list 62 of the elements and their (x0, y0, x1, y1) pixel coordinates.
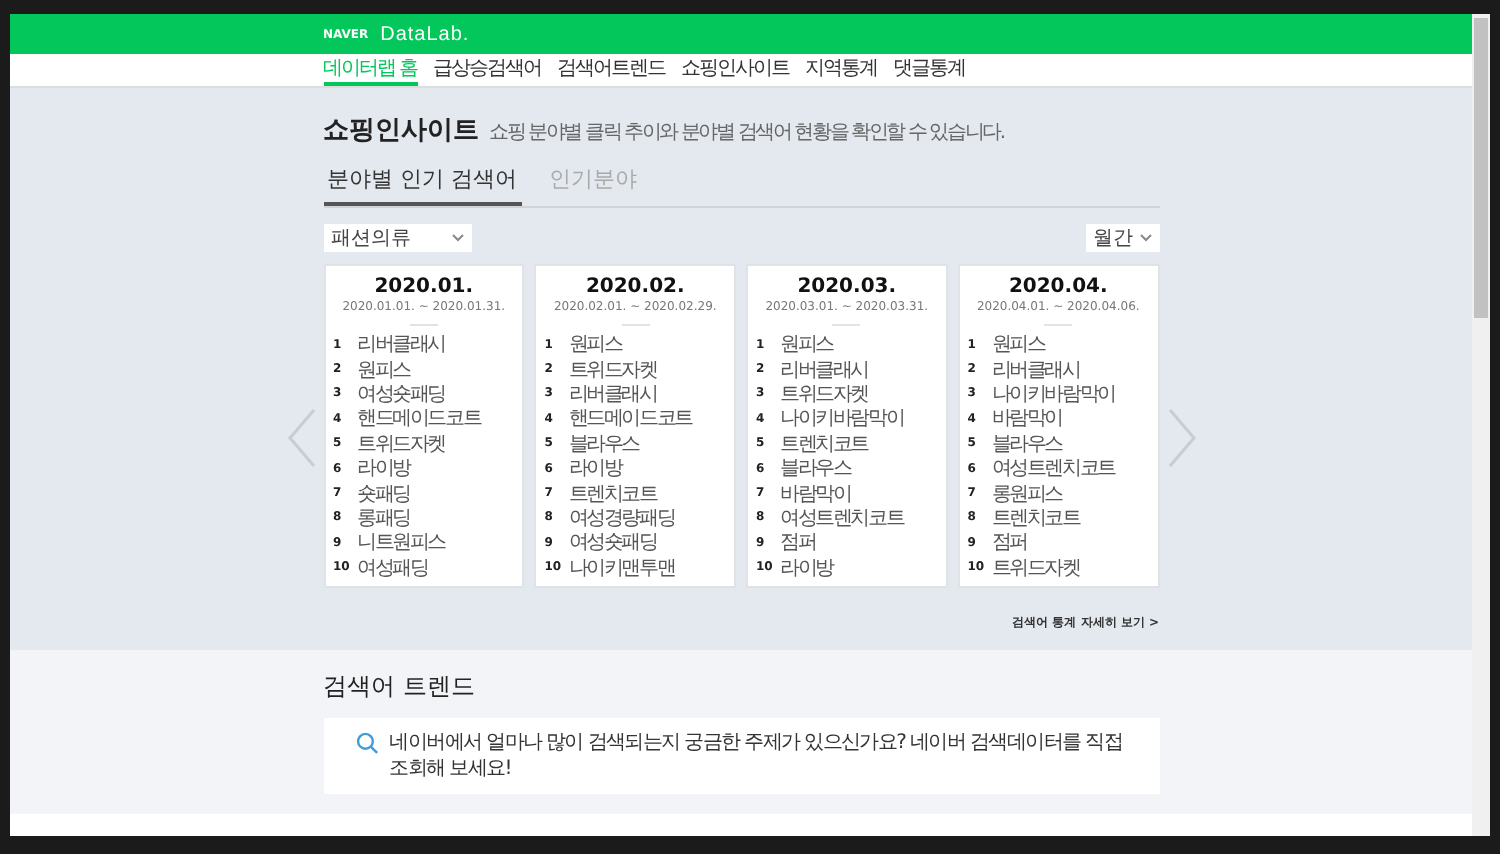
month-title: 2020.02. (583, 276, 687, 298)
nav-tab[interactable]: 지역통계 (805, 54, 878, 86)
keyword-link[interactable]: 라이방 (568, 454, 622, 483)
keyword-link[interactable]: 바람막이 (780, 479, 851, 508)
keyword-link[interactable]: 트렌치코트 (780, 429, 869, 458)
keyword-link[interactable]: 블라우스 (991, 429, 1062, 458)
nav-tab[interactable]: 검색어트렌드 (557, 54, 666, 86)
search-icon (355, 729, 378, 756)
keyword-link[interactable]: 트렌치코트 (568, 479, 657, 508)
scrollbar[interactable] (1472, 14, 1490, 836)
keyword-link[interactable]: 바람막이 (991, 404, 1062, 433)
keyword-link[interactable]: 리버클래시 (357, 330, 446, 359)
keyword-link[interactable]: 원피스 (568, 330, 622, 359)
month-title: 2020.04. (1006, 276, 1110, 298)
keyword-link[interactable]: 블라우스 (568, 429, 639, 458)
keyword-link[interactable]: 나이키바람막이 (991, 379, 1115, 408)
keyword-link[interactable]: 여성트렌치코트 (991, 454, 1115, 483)
keyword-link[interactable]: 점퍼 (991, 528, 1027, 557)
chevron-left-icon[interactable] (287, 408, 315, 468)
period-dropdown[interactable]: 월간 (1085, 224, 1159, 252)
keyword-link[interactable]: 트위드자켓 (568, 355, 657, 384)
keyword-link[interactable]: 핸드메이드코트 (568, 404, 692, 433)
category-dropdown[interactable]: 패션의류 (323, 224, 471, 252)
keyword-link[interactable]: 리버클래시 (780, 355, 869, 384)
keyword-link[interactable]: 여성트렌치코트 (780, 503, 904, 532)
keyword-link[interactable]: 여성경량패딩 (568, 503, 675, 532)
keyword-link[interactable]: 트위드자켓 (991, 553, 1080, 582)
page-subtitle: 쇼핑 분야별 클릭 추이와 분야별 검색어 현황을 확인할 수 있습니다. (489, 120, 1004, 146)
keyword-link[interactable]: 라이방 (357, 454, 410, 483)
section-tab[interactable]: 분야별 인기 검색어 (323, 160, 521, 206)
section-title: 검색어 트렌드 (323, 669, 477, 704)
keyword-link[interactable]: 나이키바람막이 (780, 404, 904, 433)
keyword-link[interactable]: 리버클래시 (568, 379, 657, 408)
keyword-link[interactable]: 라이방 (780, 553, 833, 582)
month-title: 2020.03. (795, 276, 899, 298)
keyword-link[interactable]: 트위드자켓 (357, 429, 446, 458)
month-title: 2020.01. (372, 276, 476, 298)
prompt-text: 네이버에서 얼마나 많이 검색되는지 궁금한 주제가 있으신가요? 네이버 검색데이터를 직접 조회해 보세요! (389, 729, 1124, 782)
keyword-link[interactable]: 여성숏패딩 (568, 528, 657, 557)
keyword-link[interactable]: 점퍼 (780, 528, 816, 557)
caret-icon (1139, 234, 1151, 242)
keyword-link[interactable]: 롱패딩 (357, 503, 410, 532)
nav-tab[interactable]: 급상승검색어 (433, 54, 542, 86)
keyword-link[interactable]: 블라우스 (780, 454, 851, 483)
caret-icon (451, 234, 463, 242)
keyword-link[interactable]: 원피스 (357, 355, 410, 384)
page-title: 쇼핑인사이트 (323, 114, 479, 148)
keyword-link[interactable]: 니트원피스 (357, 528, 446, 557)
chevron-right-icon[interactable] (1167, 408, 1195, 468)
keyword-link[interactable]: 롱원피스 (991, 479, 1062, 508)
keyword-link[interactable]: 나이키맨투맨 (568, 553, 675, 582)
keyword-link[interactable]: 핸드메이드코트 (357, 404, 481, 433)
keyword-link[interactable]: 원피스 (991, 330, 1045, 359)
keyword-link[interactable]: 원피스 (780, 330, 833, 359)
nav-tab[interactable]: 쇼핑인사이트 (681, 54, 790, 86)
keyword-link[interactable]: 트렌치코트 (991, 503, 1080, 532)
keyword-link[interactable]: 리버클래시 (991, 355, 1080, 384)
keyword-link[interactable]: 여성패딩 (357, 553, 428, 582)
keyword-link[interactable]: 트위드자켓 (780, 379, 869, 408)
nav-tab[interactable]: 댓글통계 (893, 54, 966, 86)
keyword-link[interactable]: 여성숏패딩 (357, 379, 446, 408)
keyword-link[interactable]: 숏패딩 (357, 479, 410, 508)
